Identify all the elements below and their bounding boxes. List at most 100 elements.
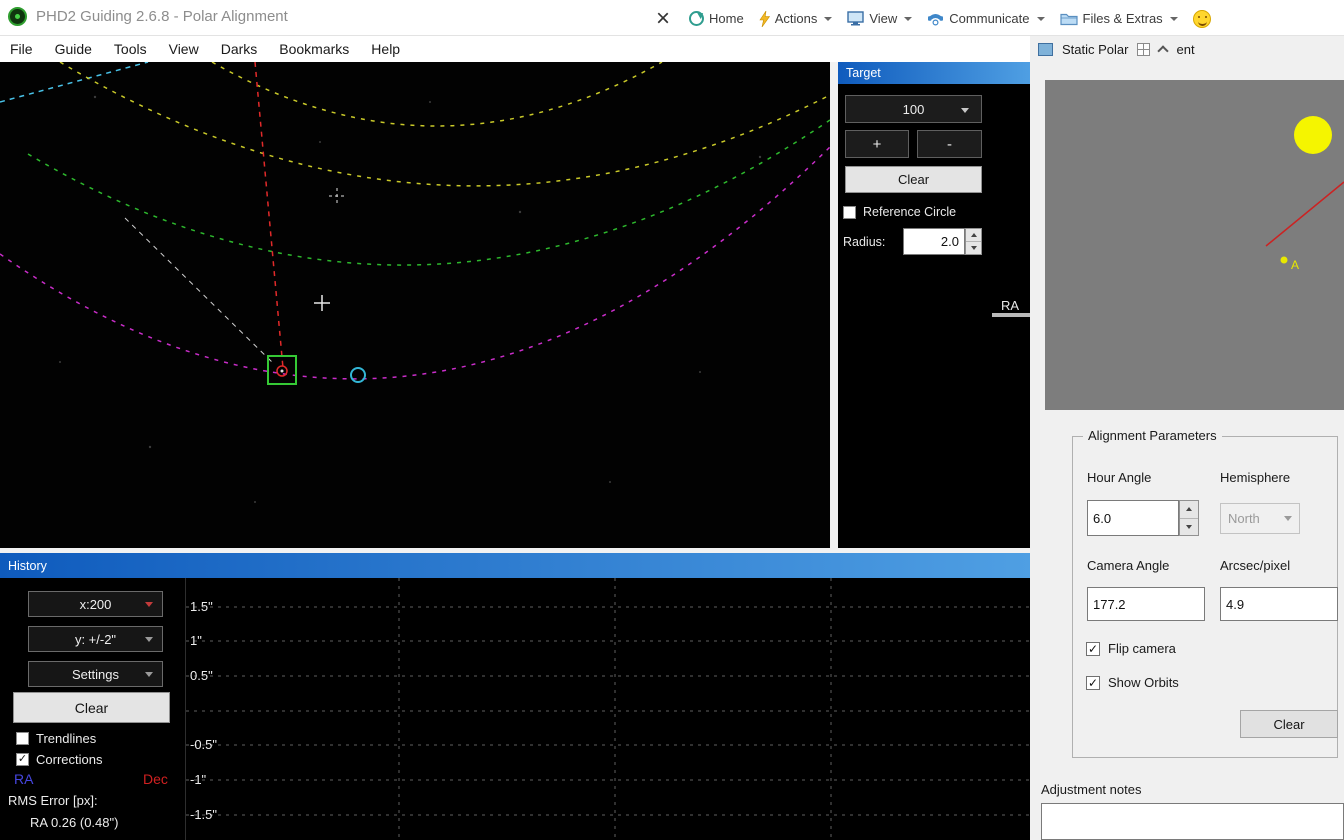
flip-camera-checkbox[interactable]: ✓ [1086, 641, 1100, 656]
target-clear-button[interactable]: Clear [845, 166, 982, 193]
hour-angle-input[interactable] [1087, 500, 1179, 536]
history-caption[interactable]: History [0, 553, 1030, 578]
alignment-clear-button[interactable]: Clear [1240, 710, 1338, 738]
home-icon [689, 11, 705, 26]
target-clear-label: Clear [897, 172, 930, 187]
check-icon: ✓ [17, 753, 28, 765]
rms-error-label: RMS Error [px]: [8, 793, 98, 808]
history-clear-button[interactable]: Clear [13, 692, 170, 723]
guide-camera-view[interactable] [0, 61, 831, 548]
dec-series-legend: Dec [143, 771, 168, 787]
selected-star [280, 369, 284, 373]
show-orbits-checkbox[interactable]: ✓ [1086, 675, 1100, 690]
faint-stars [59, 95, 762, 503]
adjustment-notes-input[interactable] [1041, 803, 1344, 840]
show-orbits-label: Show Orbits [1108, 675, 1179, 690]
radius-input[interactable] [903, 228, 965, 255]
y-axis-tick: -1" [190, 772, 207, 787]
flip-camera-row: ✓ Flip camera [1086, 641, 1176, 656]
adjustment-notes-label: Adjustment notes [1041, 782, 1142, 797]
target-zoom-in-button[interactable]: + [845, 130, 909, 158]
hour-angle-spinner[interactable] [1179, 500, 1199, 536]
y-axis-tick: 1" [190, 633, 202, 648]
camera-angle-label: Camera Angle [1087, 558, 1170, 573]
rms-ra-value: RA 0.26 (0.48") [30, 815, 119, 830]
history-x-scale-dropdown[interactable]: x:200 [28, 591, 163, 617]
hemisphere-select[interactable]: North [1220, 503, 1300, 534]
spin-up-icon [1186, 507, 1192, 512]
window-title: PHD2 Guiding 2.6.8 - Polar Alignment [36, 8, 288, 25]
menu-tools[interactable]: Tools [114, 41, 147, 57]
spin-down-icon [1186, 524, 1192, 529]
hemisphere-label: Hemisphere [1220, 470, 1291, 485]
menu-file[interactable]: File [10, 41, 33, 57]
red-alignment-line [254, 61, 284, 369]
target-caption[interactable]: Target [838, 62, 1030, 84]
chevron-down-icon [145, 637, 153, 642]
sky-overlay [0, 61, 831, 503]
star-a-label: A [1291, 258, 1299, 272]
chevron-down-icon [145, 602, 153, 607]
history-settings-dropdown[interactable]: Settings [28, 661, 163, 687]
check-icon: ✓ [1087, 675, 1099, 690]
actions-menu-button[interactable]: Actions [759, 10, 833, 27]
ra-axis-label: RA [1001, 298, 1020, 313]
communicate-label: Communicate [949, 11, 1030, 26]
home-button[interactable]: Home [689, 11, 744, 26]
menu-bookmarks[interactable]: Bookmarks [279, 41, 349, 57]
ra-series-legend: RA [14, 771, 34, 787]
radius-label: Radius: [843, 235, 886, 249]
history-title: History [8, 558, 47, 573]
y-axis-tick: 1.5" [190, 599, 213, 614]
communicate-menu-button[interactable]: Communicate [927, 11, 1045, 26]
target-zoom-out-button[interactable]: - [917, 130, 982, 158]
camera-angle-input[interactable] [1087, 587, 1205, 621]
corrections-checkbox[interactable]: ✓ [16, 753, 29, 766]
collapse-icon[interactable] [1157, 44, 1170, 57]
close-icon[interactable]: × [652, 6, 674, 31]
alignment-parameters-legend: Alignment Parameters [1083, 428, 1222, 443]
arcsec-pixel-input[interactable] [1220, 587, 1338, 621]
trendlines-checkbox[interactable] [16, 732, 29, 745]
smiley-status-icon[interactable] [1192, 9, 1211, 28]
phone-icon [928, 14, 944, 26]
corrections-label: Corrections [36, 752, 103, 767]
spin-up-icon [970, 233, 977, 237]
chevron-down-icon [904, 16, 913, 21]
polar-align-preview[interactable]: A [1045, 80, 1344, 410]
orbit-arc-magenta [0, 146, 831, 380]
menu-guide[interactable]: Guide [55, 41, 92, 57]
hour-angle-label: Hour Angle [1087, 470, 1152, 485]
home-label: Home [709, 11, 744, 26]
chevron-down-icon [145, 672, 153, 677]
menu-view[interactable]: View [169, 41, 199, 57]
plus-label: + [872, 135, 882, 153]
target-title: Target [846, 66, 881, 80]
menu-help[interactable]: Help [371, 41, 400, 57]
menubar: File Guide Tools View Darks Bookmarks He… [0, 36, 1030, 62]
ra-slider[interactable] [992, 313, 1030, 317]
history-panel: History x:200 y: +/-2" Settings Clear Tr… [0, 553, 1031, 840]
settings-label: Settings [72, 666, 119, 682]
chevron-down-icon [1036, 16, 1045, 21]
cross-marker [314, 295, 330, 311]
trendlines-label: Trendlines [36, 731, 97, 746]
radius-spinner[interactable] [965, 228, 982, 255]
chevron-down-icon [824, 16, 833, 21]
polar-preview-overlay: A [1265, 116, 1344, 272]
target-star-circle [350, 367, 366, 383]
menu-darks[interactable]: Darks [221, 41, 258, 57]
view-menu-button[interactable]: View [847, 11, 913, 26]
y-axis-tick: 0.5" [190, 668, 213, 683]
files-extras-label: Files & Extras [1082, 11, 1163, 26]
history-graph-grid [186, 578, 1031, 840]
files-extras-menu-button[interactable]: Files & Extras [1059, 11, 1178, 26]
reference-circle-checkbox[interactable] [843, 205, 856, 219]
trendlines-row: Trendlines [16, 731, 96, 746]
layout-grid-icon[interactable] [1137, 42, 1151, 56]
history-graph: 1.5" 1" 0.5" -0.5" -1" -1.5" [185, 578, 1031, 840]
check-icon: ✓ [1087, 641, 1099, 656]
target-panel: Target 100 + - Clear Reference Circle Ra… [838, 62, 1030, 548]
history-y-scale-dropdown[interactable]: y: +/-2" [28, 626, 163, 652]
target-zoom-select[interactable]: 100 [845, 95, 982, 123]
